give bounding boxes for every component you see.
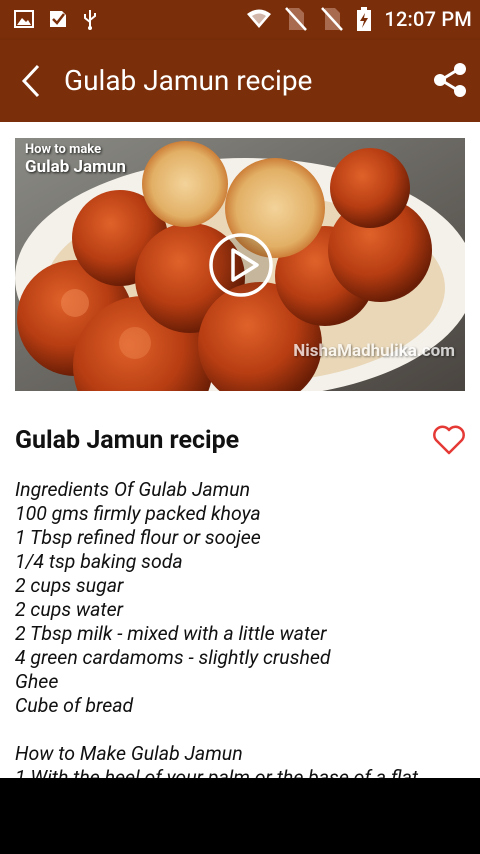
status-left-icons	[14, 8, 98, 30]
back-arrow-icon	[21, 64, 40, 98]
recipe-line: Cube of bread	[15, 694, 134, 717]
caption-small: How to make	[25, 142, 102, 157]
recipe-line: 2 cups water	[15, 598, 124, 621]
caption-big: Gulab Jamun	[25, 157, 126, 177]
checkbox-icon	[48, 9, 68, 29]
app-bar: Gulab Jamun recipe	[0, 40, 480, 122]
page-title: Gulab Jamun recipe	[64, 64, 313, 97]
usb-icon	[82, 8, 98, 30]
recipe-line: 1 Tbsp refined flour or soojee	[15, 526, 261, 549]
share-icon	[434, 63, 466, 97]
status-right-icons: 12:07 PM	[246, 6, 472, 32]
navigation-area	[0, 778, 480, 854]
favorite-button[interactable]	[430, 422, 468, 458]
recipe-line: 2 cups sugar	[15, 574, 124, 597]
recipe-line: How to Make Gulab Jamun	[15, 742, 243, 765]
battery-charging-icon	[356, 6, 372, 32]
recipe-line: 1 With the heel of your palm or the base…	[15, 766, 419, 778]
recipe-line: Ghee	[15, 670, 59, 693]
recipe-line: 1/4 tsp baking soda	[15, 550, 183, 573]
recipe-content: How to make Gulab Jamun NishaMadhulika.c…	[0, 122, 480, 778]
no-sim-icon	[284, 6, 308, 32]
share-button[interactable]	[430, 60, 470, 100]
watermark: NishaMadhulika.com	[293, 341, 455, 361]
recipe-line: 100 gms firmly packed khoya	[15, 502, 261, 525]
heart-outline-icon	[433, 425, 465, 455]
play-icon[interactable]	[208, 232, 274, 298]
recipe-line	[15, 718, 470, 742]
status-bar: 12:07 PM	[0, 0, 480, 40]
thumbnail-caption: How to make Gulab Jamun	[25, 142, 126, 177]
no-sim-icon-2	[320, 6, 344, 32]
recipe-line: 2 Tbsp milk - mixed with a little water	[15, 622, 327, 645]
video-thumbnail[interactable]: How to make Gulab Jamun NishaMadhulika.c…	[15, 138, 465, 391]
screen: 12:07 PM Gulab Jamun recipe How to make …	[0, 0, 480, 854]
recipe-line: Ingredients Of Gulab Jamun	[15, 478, 251, 501]
recipe-text: Ingredients Of Gulab Jamun 100 gms firmly…	[15, 478, 470, 778]
image-icon	[14, 10, 34, 28]
recipe-line: 4 green cardamoms - slightly crushed	[15, 646, 331, 669]
back-button[interactable]	[14, 62, 48, 100]
recipe-title: Gulab Jamun recipe	[15, 426, 240, 455]
wifi-icon	[246, 8, 272, 30]
status-time: 12:07 PM	[384, 7, 472, 31]
